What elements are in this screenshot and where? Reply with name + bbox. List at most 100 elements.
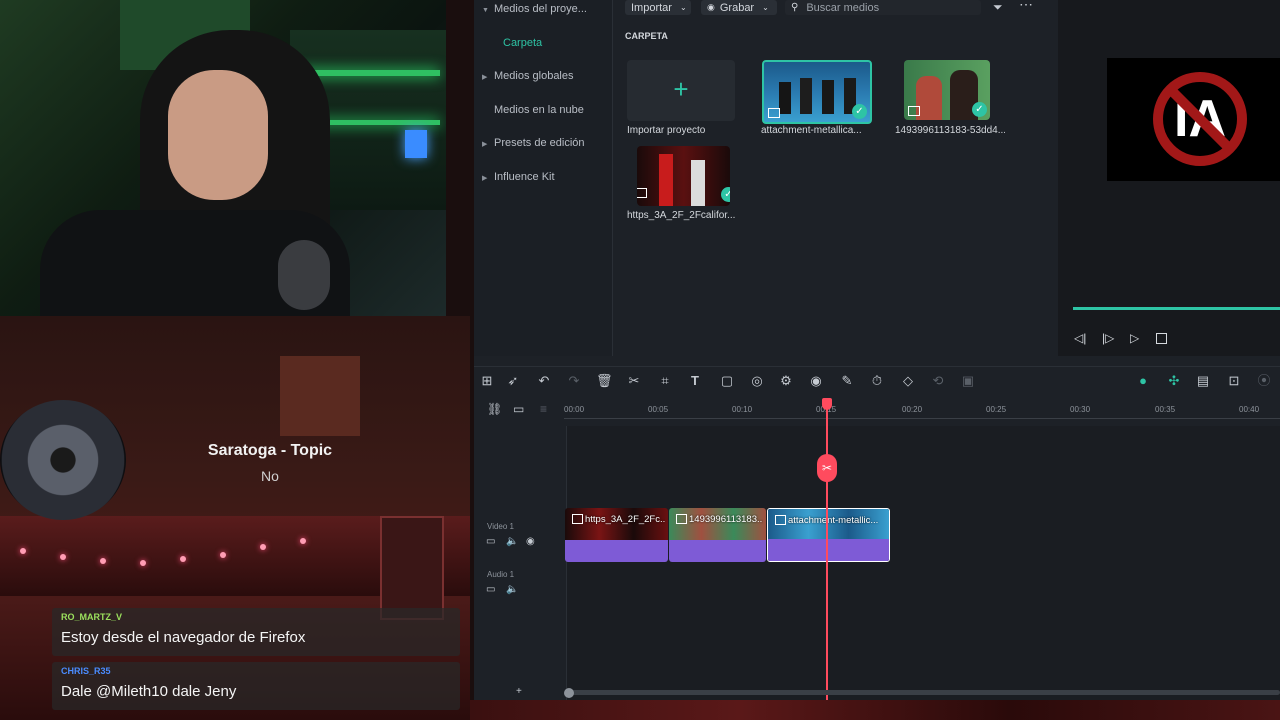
- ruler-tick-label: 00:40: [1239, 405, 1260, 414]
- sidebar-item-edit-presets[interactable]: ▶ Presets de edición: [482, 137, 602, 149]
- ai-toggle-icon[interactable]: ●: [1135, 373, 1151, 389]
- effects-icon[interactable]: ⚙: [778, 373, 794, 389]
- webcam-feed: [0, 0, 446, 316]
- sidebar-item-influence-kit[interactable]: ▶ Influence Kit: [482, 171, 602, 183]
- no-ai-logo: IA: [1151, 70, 1249, 168]
- link-icon[interactable]: ⛓: [487, 402, 502, 416]
- track-headers: Video 1 ▭ 🔈 ◉ Audio 1 ▭ 🔈 +: [474, 426, 567, 700]
- playhead[interactable]: [826, 408, 828, 700]
- sidebar-item-cloud-media[interactable]: Medios en la nube: [482, 104, 602, 116]
- render-icon[interactable]: ▤: [1195, 373, 1211, 389]
- volume-icon[interactable]: 🔈: [506, 536, 518, 547]
- text-icon[interactable]: T: [687, 373, 703, 389]
- redo-icon[interactable]: ↷: [566, 373, 582, 389]
- clip-label: 1493996113183...: [689, 514, 763, 525]
- video-clip[interactable]: 1493996113183...: [669, 508, 766, 562]
- fullscreen-icon[interactable]: ⦿: [1256, 373, 1272, 389]
- section-title: CARPETA: [625, 31, 668, 41]
- image-icon: [775, 515, 786, 525]
- preview-panel: IA ◁| |▷ ▷: [1058, 0, 1280, 356]
- crop-icon[interactable]: ⌗: [657, 373, 673, 389]
- check-icon: ✓: [972, 102, 987, 117]
- search-placeholder: Buscar medios: [806, 1, 880, 14]
- clip-label: https_3A_2F_2Fc...: [585, 514, 665, 525]
- sidebar-item-global-media[interactable]: ▶ Medios globales: [482, 70, 602, 82]
- delete-icon[interactable]: 🗑: [596, 373, 613, 389]
- chevron-down-icon: ⌄: [679, 3, 687, 12]
- record-voice-icon[interactable]: ◉: [808, 373, 824, 389]
- search-input[interactable]: ⚲ Buscar medios: [785, 0, 981, 15]
- undo-icon[interactable]: ↶: [536, 373, 552, 389]
- filter-icon[interactable]: ⏷: [993, 0, 1003, 15]
- chat-username: RO_MARTZ_V: [61, 612, 123, 622]
- marker-icon[interactable]: ≡: [540, 402, 547, 416]
- chat-message: RO_MARTZ_V Estoy desde el navegador de F…: [52, 608, 460, 656]
- volume-icon[interactable]: 🔈: [506, 584, 518, 595]
- shape-icon[interactable]: ▢: [719, 373, 735, 389]
- chevron-right-icon: ▶: [482, 175, 488, 182]
- chevron-right-icon: ▶: [482, 74, 488, 81]
- preview-progress-bar[interactable]: [1073, 307, 1280, 310]
- snapshot-icon[interactable]: ⊡: [1226, 373, 1242, 389]
- play-icon[interactable]: ▷: [1130, 331, 1139, 345]
- folder-icon[interactable]: ▭: [486, 584, 495, 595]
- preview-canvas: IA: [1107, 58, 1280, 181]
- timeline-scrollbar[interactable]: [566, 690, 1280, 695]
- sidebar-item-project-media[interactable]: ▼ Medios del proye...: [482, 3, 602, 15]
- folder-icon[interactable]: ▭: [486, 536, 495, 547]
- group-icon[interactable]: ▣: [960, 373, 976, 389]
- chevron-down-icon: ▼: [482, 7, 489, 14]
- media-item-label: Importar proyecto: [627, 125, 706, 136]
- split-scissors-icon[interactable]: ✂: [817, 454, 837, 482]
- image-icon: [676, 514, 687, 524]
- media-item-label: 1493996113183-53dd4...: [895, 125, 1005, 136]
- timeline-toolbar: ⊞ ➶ ↶ ↷ 🗑 ✂ ⌗ T ▢ ◎ ⚙ ◉ ✎ ⏱ ◇ ⟲ ▣ ● ✣ ▤ …: [474, 366, 1280, 395]
- track-icon[interactable]: ▭: [513, 402, 524, 416]
- mask-icon[interactable]: ⟲: [930, 373, 946, 389]
- play-frame-icon[interactable]: |▷: [1102, 331, 1114, 345]
- ruler-tick-label: 00:10: [732, 405, 753, 414]
- track-label: Audio 1: [487, 570, 515, 579]
- import-button[interactable]: Importar ⌄: [625, 0, 691, 15]
- clip-label: attachment-metallic...: [788, 515, 879, 526]
- stream-background-strip: [470, 700, 1280, 720]
- previous-frame-icon[interactable]: ◁|: [1074, 331, 1086, 345]
- color-icon[interactable]: ◎: [749, 373, 765, 389]
- check-icon: ✓: [852, 104, 867, 119]
- ruler-tick-label: 00:00: [564, 405, 585, 414]
- stop-icon[interactable]: [1156, 333, 1167, 344]
- chat-message: CHRIS_R35 Dale @Mileth10 dale Jeny: [52, 662, 460, 710]
- import-project-tile[interactable]: +: [627, 60, 735, 121]
- ruler-tick-label: 00:05: [648, 405, 669, 414]
- sidebar-item-folder[interactable]: Carpeta: [494, 37, 603, 51]
- media-item-thumbnail[interactable]: ✓: [762, 60, 872, 124]
- record-icon: ◉: [707, 2, 715, 12]
- layout-icon[interactable]: ⊞: [479, 373, 495, 389]
- scissors-icon[interactable]: ✂: [626, 373, 642, 389]
- media-item-label: attachment-metallica...: [761, 125, 862, 136]
- select-tool-icon[interactable]: ➶: [505, 373, 521, 389]
- media-item-thumbnail[interactable]: ✓: [904, 60, 990, 120]
- ruler-tick-label: 00:25: [986, 405, 1007, 414]
- media-library: Importar ⌄ ◉ Grabar ⌄ ⚲ Buscar medios ⏷ ⋯ C…: [613, 0, 1057, 356]
- edit-icon[interactable]: ✎: [839, 373, 855, 389]
- snap-icon[interactable]: ✣: [1166, 373, 1182, 389]
- more-options-icon[interactable]: ⋯: [1019, 0, 1033, 13]
- search-icon: ⚲: [791, 2, 799, 13]
- video-clip[interactable]: https_3A_2F_2Fc...: [565, 508, 668, 562]
- image-icon: [768, 108, 780, 118]
- scrollbar-thumb[interactable]: [564, 688, 574, 698]
- chevron-down-icon: ⌄: [762, 3, 769, 12]
- image-icon: [908, 106, 920, 116]
- eye-icon[interactable]: ◉: [526, 536, 535, 547]
- tag-icon[interactable]: ◇: [900, 373, 916, 389]
- video-clip-selected[interactable]: attachment-metallic...: [767, 508, 890, 562]
- media-item-thumbnail[interactable]: ✓: [637, 146, 730, 206]
- add-track-icon[interactable]: +: [516, 686, 522, 697]
- timer-icon[interactable]: ⏱: [869, 373, 885, 389]
- timeline-ruler[interactable]: ⛓ ▭ ≡ 00:00 00:05 00:10 00:15 00:20 00:2…: [474, 396, 1280, 426]
- chat-text: Dale @Mileth10 dale Jeny: [61, 683, 237, 700]
- record-button[interactable]: ◉ Grabar ⌄: [701, 0, 777, 15]
- ruler-baseline: [564, 418, 1280, 419]
- album-art: [0, 400, 126, 520]
